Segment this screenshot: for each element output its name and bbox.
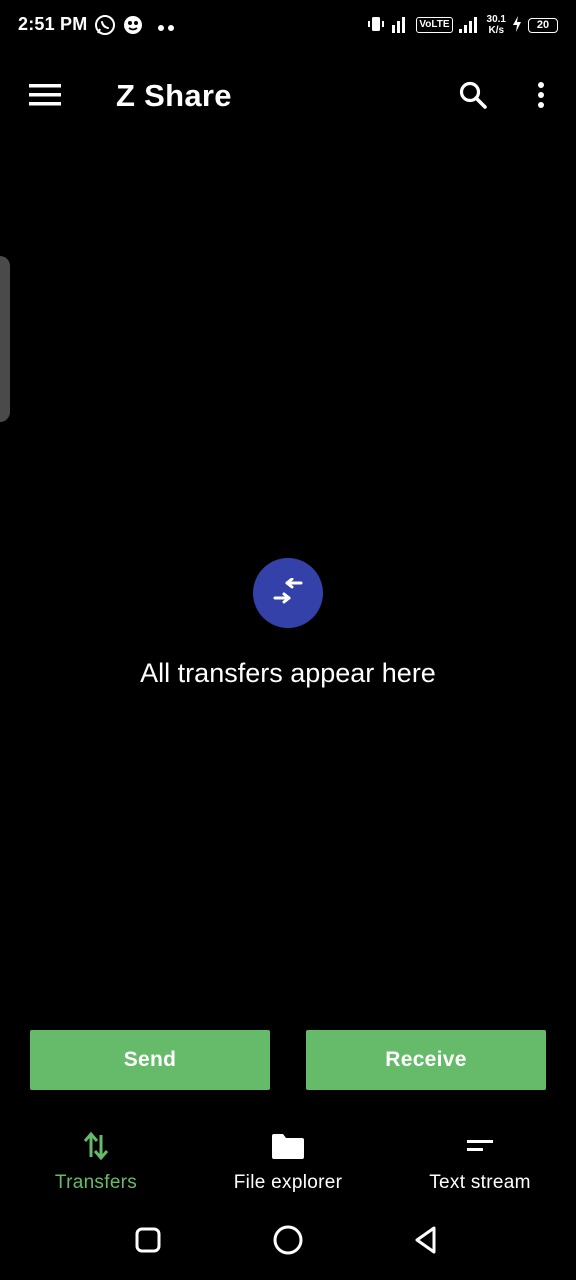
back-button[interactable] (406, 1222, 446, 1262)
signal-icon-2 (458, 15, 481, 36)
status-bar: 2:51 PM VoLTE 30.1 K/s 20 (0, 0, 576, 52)
empty-state: All transfers appear here (0, 558, 576, 689)
volte-badge: VoLTE (416, 17, 453, 33)
recents-button[interactable] (128, 1222, 168, 1262)
empty-state-message: All transfers appear here (140, 658, 436, 688)
network-speed-unit: K/s (488, 25, 505, 36)
nav-label-transfers: Transfers (54, 1172, 138, 1193)
nav-item-text-stream[interactable]: Text stream (384, 1118, 576, 1198)
vibrate-icon (368, 15, 385, 36)
more-notifications-icon (158, 24, 174, 31)
signal-icon-1 (390, 15, 410, 36)
nav-item-file-explorer[interactable]: File explorer (192, 1118, 384, 1198)
transfer-arrows-icon (271, 577, 305, 609)
text-stream-icon (384, 1128, 576, 1164)
app-title: Z Share (116, 78, 232, 113)
bottom-navigation: Transfers File explorer Text stream (0, 1118, 576, 1198)
hamburger-menu-icon (29, 83, 61, 112)
search-button[interactable] (450, 74, 496, 120)
recents-icon (134, 1226, 162, 1259)
nav-label-text-stream: Text stream (429, 1172, 531, 1193)
status-time: 2:51 PM (18, 14, 88, 34)
nav-label-file-explorer: File explorer (233, 1172, 343, 1193)
home-icon (272, 1224, 304, 1261)
transfers-icon (0, 1128, 192, 1164)
network-speed-value: 30.1 (486, 14, 506, 25)
back-icon (412, 1225, 440, 1260)
app-notification-icon (122, 14, 144, 41)
folder-icon (192, 1128, 384, 1164)
nav-item-transfers[interactable]: Transfers (0, 1118, 192, 1198)
menu-button[interactable] (22, 74, 68, 120)
edge-panel-handle[interactable] (0, 256, 10, 422)
home-button[interactable] (268, 1222, 308, 1262)
charging-icon (512, 15, 522, 35)
system-status-icons: VoLTE 30.1 K/s 20 (368, 14, 558, 36)
more-vert-icon (537, 81, 545, 114)
more-options-button[interactable] (518, 74, 564, 120)
whatsapp-icon (94, 14, 116, 41)
empty-state-icon-circle (253, 558, 323, 628)
search-icon (458, 80, 488, 115)
system-navigation-bar (0, 1212, 576, 1272)
receive-button[interactable]: Receive (306, 1030, 546, 1090)
notification-icons (94, 14, 174, 41)
action-row: Send Receive (0, 1030, 576, 1090)
battery-indicator: 20 (528, 17, 558, 33)
send-button[interactable]: Send (30, 1030, 270, 1090)
app-bar: Z Share (0, 52, 576, 140)
network-speed: 30.1 K/s (487, 14, 506, 36)
